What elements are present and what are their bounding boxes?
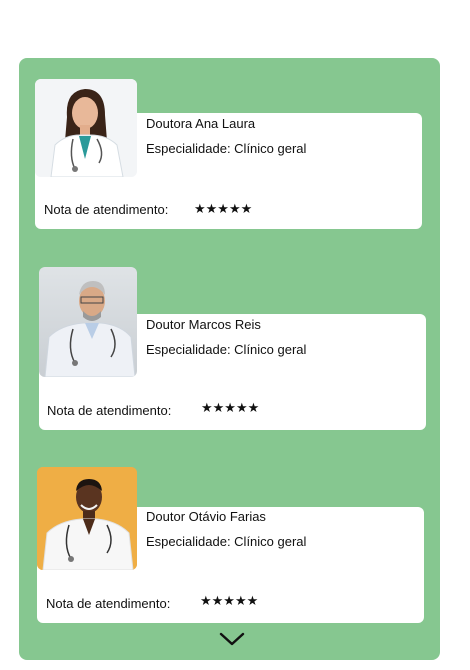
rating-label: Nota de atendimento: bbox=[44, 202, 169, 217]
star-rating: ★★★★★ bbox=[194, 201, 253, 216]
star-rating: ★★★★★ bbox=[201, 400, 260, 415]
doctor-portrait-image bbox=[39, 267, 137, 377]
doctor-portrait-image bbox=[37, 467, 137, 570]
rating-label: Nota de atendimento: bbox=[47, 403, 172, 418]
doctor-photo-otavio-farias bbox=[37, 467, 137, 570]
doctor-portrait-image bbox=[35, 79, 137, 177]
chevron-down-icon[interactable] bbox=[218, 630, 246, 648]
doctor-photo-marcos-reis bbox=[39, 267, 137, 377]
doctor-specialty: Especialidade: Clínico geral bbox=[146, 342, 307, 357]
doctor-specialty: Especialidade: Clínico geral bbox=[146, 534, 307, 549]
doctor-photo-ana-laura bbox=[35, 79, 137, 177]
rating-label: Nota de atendimento: bbox=[46, 596, 171, 611]
doctor-name: Doutora Ana Laura bbox=[146, 116, 256, 131]
doctor-name: Doutor Otávio Farias bbox=[146, 509, 266, 524]
star-rating: ★★★★★ bbox=[200, 593, 259, 608]
doctor-specialty: Especialidade: Clínico geral bbox=[146, 141, 307, 156]
doctor-name: Doutor Marcos Reis bbox=[146, 317, 261, 332]
